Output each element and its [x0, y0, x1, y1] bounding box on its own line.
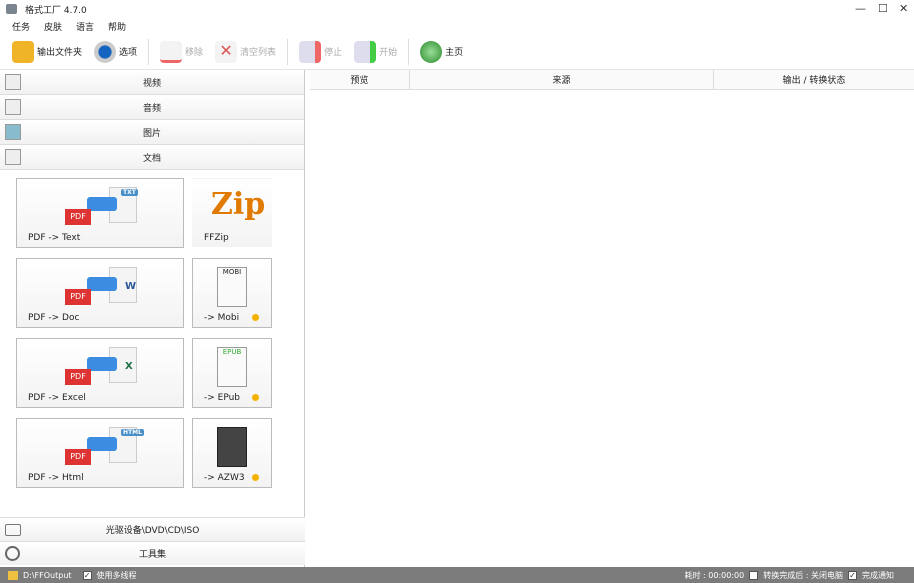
remove-button[interactable]: 移除 — [156, 37, 207, 67]
epub-icon: EPUB — [217, 347, 247, 387]
separator — [408, 38, 410, 65]
maximize-button[interactable]: ☐ — [878, 2, 888, 15]
zip-icon: Zip — [211, 187, 266, 222]
menu-bar: 任务 皮肤 语言 帮助 — [0, 18, 914, 34]
category-toolbox[interactable]: 工具集 — [0, 541, 305, 565]
home-button[interactable]: 主页 — [416, 37, 467, 67]
stop-icon — [299, 40, 322, 63]
minimize-button[interactable]: — — [855, 2, 866, 15]
status-bar: D:\FFOutput ✓ 使用多线程 耗时 : 00:00:00 转换完成后 … — [0, 567, 914, 583]
arrow-icon — [87, 277, 117, 291]
mobi-icon: MOBI — [217, 267, 247, 307]
video-icon — [5, 74, 21, 90]
column-source[interactable]: 来源 — [410, 70, 714, 89]
arrow-icon — [87, 197, 117, 211]
after-convert-checkbox[interactable] — [749, 570, 759, 580]
app-icon — [6, 4, 17, 14]
category-optical-disc[interactable]: 光驱设备\DVD\CD\ISO — [0, 517, 305, 541]
toolbar: 输出文件夹 选项 移除 ✕ 清空列表 停止 开始 主页 — [0, 34, 914, 70]
output-path[interactable]: D:\FFOutput — [23, 571, 72, 580]
folder-icon — [12, 40, 34, 63]
menu-task[interactable]: 任务 — [12, 20, 30, 33]
stop-button[interactable]: 停止 — [295, 37, 346, 67]
arrow-icon — [87, 357, 117, 371]
category-video[interactable]: 视频 — [0, 70, 304, 95]
output-folder-button[interactable]: 输出文件夹 — [8, 37, 86, 67]
tile-to-azw3[interactable]: -> AZW3 — [192, 418, 272, 488]
tools-icon — [5, 546, 20, 561]
menu-language[interactable]: 语言 — [76, 20, 94, 33]
tile-pdf-to-doc[interactable]: W PDF PDF -> Doc — [16, 258, 184, 328]
multithread-checkbox[interactable]: ✓ — [82, 570, 92, 580]
close-button[interactable]: ✕ — [899, 2, 908, 15]
category-document[interactable]: 文档 — [0, 145, 304, 170]
remove-icon — [160, 40, 183, 63]
status-dot — [252, 474, 259, 481]
after-convert-label: 转换完成后 : 关闭电脑 — [763, 570, 843, 580]
status-dot — [252, 314, 259, 321]
play-icon — [354, 40, 377, 63]
disc-drive-icon — [5, 523, 21, 536]
tile-to-epub[interactable]: EPUB -> EPub — [192, 338, 272, 408]
separator — [287, 38, 289, 65]
clear-icon: ✕ — [215, 40, 238, 63]
tile-pdf-to-html[interactable]: HTML PDF PDF -> Html — [16, 418, 184, 488]
menu-help[interactable]: 帮助 — [108, 20, 126, 33]
tile-ffzip[interactable]: Zip FFZip — [192, 178, 272, 248]
tile-to-mobi[interactable]: MOBI -> Mobi — [192, 258, 272, 328]
folder-icon — [8, 570, 18, 580]
start-button[interactable]: 开始 — [350, 37, 401, 67]
notify-checkbox[interactable]: ✓ — [848, 570, 857, 580]
music-icon — [5, 99, 21, 115]
column-preview[interactable]: 预览 — [310, 70, 410, 89]
title-bar: 格式工厂 4.7.0 — [0, 0, 914, 18]
category-audio[interactable]: 音频 — [0, 95, 304, 120]
ereader-icon — [217, 427, 247, 467]
multithread-label: 使用多线程 — [96, 570, 137, 580]
html-badge: HTML — [121, 429, 144, 436]
picture-icon — [5, 124, 21, 140]
tile-pdf-to-excel[interactable]: X PDF PDF -> Excel — [16, 338, 184, 408]
window-title: 格式工厂 4.7.0 — [25, 5, 87, 16]
notify-label: 完成通知 — [862, 570, 894, 580]
document-icon — [5, 149, 21, 165]
word-badge: W — [125, 281, 137, 292]
status-dot — [252, 394, 259, 401]
task-list-header: 预览 来源 输出 / 转换状态 — [310, 70, 914, 90]
column-output-status[interactable]: 输出 / 转换状态 — [714, 70, 914, 89]
separator — [148, 38, 150, 65]
excel-badge: X — [125, 361, 133, 372]
options-button[interactable]: 选项 — [90, 37, 141, 67]
task-list: 预览 来源 输出 / 转换状态 — [310, 70, 914, 567]
gear-icon — [94, 40, 117, 63]
clear-list-button[interactable]: ✕ 清空列表 — [211, 37, 280, 67]
category-image[interactable]: 图片 — [0, 120, 304, 145]
function-panel: 视频 音频 图片 文档 TXT PDF PDF -> Text Zip FFZip W… — [0, 70, 305, 567]
txt-badge: TXT — [121, 189, 138, 196]
elapsed-time: 耗时 : 00:00:00 — [684, 570, 745, 580]
globe-icon — [420, 40, 443, 63]
menu-skin[interactable]: 皮肤 — [44, 20, 62, 33]
tile-pdf-to-text[interactable]: TXT PDF PDF -> Text — [16, 178, 184, 248]
arrow-icon — [87, 437, 117, 451]
